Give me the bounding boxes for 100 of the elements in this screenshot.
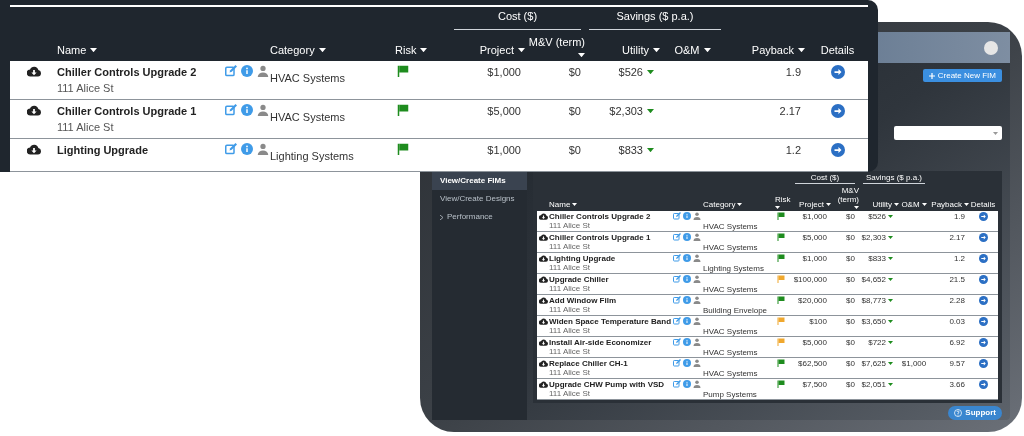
column-header[interactable]: Category (703, 200, 736, 209)
cloud-download-icon[interactable] (538, 360, 548, 367)
details-arrow-icon[interactable] (978, 296, 988, 305)
sidebar-item[interactable]: View/Create Designs (432, 190, 527, 208)
column-header[interactable]: O&M (674, 43, 700, 57)
cloud-download-icon[interactable] (538, 339, 548, 346)
trend-down-icon (888, 257, 893, 260)
column-header[interactable]: Risk (395, 43, 417, 57)
help-icon (954, 409, 963, 417)
info-icon[interactable] (683, 233, 691, 241)
edit-icon[interactable] (673, 296, 681, 304)
edit-icon[interactable] (673, 275, 681, 283)
category-text: Lighting Systems (703, 264, 764, 273)
person-icon (693, 233, 701, 241)
person-icon (257, 104, 269, 116)
project-cost: $20,000 (798, 296, 827, 305)
cloud-download-icon[interactable] (538, 381, 548, 388)
column-header[interactable]: Utility (622, 43, 649, 57)
column-header[interactable]: Payback (931, 200, 962, 209)
details-arrow-icon[interactable] (978, 359, 988, 368)
person-icon (693, 296, 701, 304)
column-header[interactable]: Name (57, 43, 87, 57)
mv-cost: $0 (568, 143, 581, 157)
utility-savings: $2,051 (861, 380, 886, 389)
sidebar-item[interactable]: View/Create FIMs (432, 172, 527, 190)
plus-icon (928, 72, 935, 79)
avatar-icon[interactable] (984, 40, 998, 55)
column-header[interactable]: Name (549, 200, 571, 209)
mv-cost: $0 (568, 65, 581, 79)
details-arrow-icon[interactable] (978, 212, 988, 221)
info-icon[interactable] (241, 143, 253, 155)
address-text: 111 Alice St (549, 284, 592, 293)
details-arrow-icon[interactable] (978, 317, 988, 326)
support-button[interactable]: Support (948, 406, 1002, 420)
details-arrow-icon[interactable] (978, 338, 988, 347)
category-text: HVAC Systems (270, 111, 345, 123)
edit-icon[interactable] (673, 359, 681, 367)
column-header[interactable]: M&V (term) (831, 186, 859, 204)
edit-icon[interactable] (225, 104, 237, 116)
edit-icon[interactable] (673, 338, 681, 346)
info-icon[interactable] (683, 296, 691, 304)
details-arrow-icon[interactable] (978, 275, 988, 284)
sidebar-item[interactable]: Performance (432, 208, 527, 226)
info-icon[interactable] (683, 275, 691, 283)
category-text: Building Envelope (703, 306, 768, 315)
category-text: Pump Systems (703, 390, 757, 399)
column-header[interactable]: Utility (872, 200, 892, 209)
cloud-download-icon[interactable] (26, 105, 41, 116)
person-icon (693, 338, 701, 346)
cloud-download-icon[interactable] (538, 234, 548, 241)
project-cost: $5,000 (487, 104, 521, 118)
info-icon[interactable] (683, 359, 691, 367)
column-header[interactable]: M&V (term) (528, 34, 585, 49)
edit-icon[interactable] (673, 212, 681, 220)
mv-cost: $0 (846, 275, 855, 284)
edit-icon[interactable] (225, 143, 237, 155)
cloud-download-icon[interactable] (538, 213, 548, 220)
utility-savings: $7,625 (861, 359, 886, 368)
project-name: Replace Chiller CH-1 (549, 359, 629, 368)
info-icon[interactable] (683, 338, 691, 346)
details-arrow-icon[interactable] (978, 380, 988, 389)
edit-icon[interactable] (673, 233, 681, 241)
cloud-download-icon[interactable] (26, 66, 41, 77)
project-name: Add Window Film (549, 296, 618, 305)
utility-savings: $4,652 (861, 275, 886, 284)
edit-icon[interactable] (673, 317, 681, 325)
utility-savings: $8,773 (861, 296, 886, 305)
edit-icon[interactable] (673, 380, 681, 388)
column-group-header: Savings ($ p.a.) (863, 173, 925, 184)
cloud-download-icon[interactable] (538, 318, 548, 325)
payback-value: 9.57 (949, 359, 965, 368)
column-header[interactable]: Category (270, 43, 315, 57)
edit-icon[interactable] (673, 254, 681, 262)
column-header[interactable]: Payback (751, 43, 794, 57)
info-icon[interactable] (683, 380, 691, 388)
info-icon[interactable] (683, 254, 691, 262)
details-arrow-icon[interactable] (978, 254, 988, 263)
mv-cost: $0 (846, 338, 855, 347)
column-header[interactable]: O&M (901, 200, 920, 209)
info-icon[interactable] (683, 317, 691, 325)
column-header[interactable]: Project (799, 200, 824, 209)
address-text: 111 Alice St (57, 120, 115, 134)
person-icon (693, 380, 701, 388)
column-header[interactable]: Risk (775, 195, 791, 204)
cloud-download-icon[interactable] (538, 255, 548, 262)
cloud-download-icon[interactable] (538, 297, 548, 304)
column-group-header: Cost ($) (795, 173, 855, 184)
trend-down-icon (888, 278, 893, 281)
edit-icon[interactable] (225, 65, 237, 77)
cloud-download-icon[interactable] (26, 144, 41, 155)
trend-down-icon (888, 215, 893, 218)
category-text: HVAC Systems (270, 72, 345, 84)
details-arrow-icon[interactable] (978, 233, 988, 242)
utility-savings: $2,303 (609, 104, 643, 118)
info-icon[interactable] (241, 65, 253, 77)
column-header: Details (820, 43, 855, 57)
cloud-download-icon[interactable] (538, 276, 548, 283)
info-icon[interactable] (683, 212, 691, 220)
info-icon[interactable] (241, 104, 253, 116)
column-header[interactable]: Project (479, 43, 514, 57)
